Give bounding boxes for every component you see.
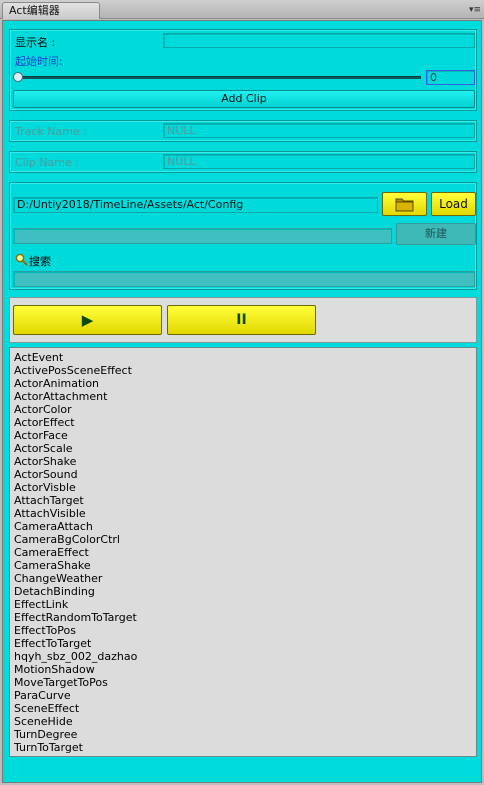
tab-act-editor[interactable]: Act编辑器 [2,2,100,19]
play-button[interactable]: ▶ [13,305,162,335]
pause-button[interactable]: II [167,305,316,335]
start-time-slider-thumb[interactable] [13,72,23,82]
action-list-item[interactable]: CameraAttach [14,520,93,533]
track-name-field: NULL [163,123,475,138]
action-list-item[interactable]: DetachBinding [14,585,95,598]
action-list-item[interactable]: EffectToPos [14,624,76,637]
action-list-item[interactable]: TurnToTarget [14,741,83,754]
search-icon [15,253,28,266]
action-list-item[interactable]: ActorFace [14,429,68,442]
browse-folder-button[interactable] [382,192,427,216]
action-list-item[interactable]: CameraBgColorCtrl [14,533,120,546]
clip-section: 显示名 : 起始时间: 0 Add Clip [9,29,477,111]
display-name-field[interactable] [163,33,475,48]
config-path-field[interactable]: D:/Untiy2018/TimeLine/Assets/Act/Config [13,197,378,213]
action-list-item[interactable]: ActivePosSceneEffect [14,364,132,377]
start-time-slider-track[interactable] [19,76,421,79]
new-button[interactable]: 新建 [396,223,476,245]
action-list-item[interactable]: EffectRandomToTarget [14,611,137,624]
clip-name-section: Clip Name : NULL [9,151,477,173]
clip-name-field: NULL [163,154,475,169]
playback-controls: ▶ II [9,297,477,343]
display-name-label: 显示名 : [15,36,56,49]
action-list-item[interactable]: SceneHide [14,715,73,728]
action-list-item[interactable]: ChangeWeather [14,572,102,585]
load-button[interactable]: Load [431,192,476,216]
action-list-item[interactable]: CameraShake [14,559,91,572]
start-time-field[interactable]: 0 [426,70,475,85]
window-titlebar: Act编辑器 ▾≡ [0,0,484,19]
action-list-item[interactable]: ActEvent [14,351,63,364]
action-list-item[interactable]: ActorAttachment [14,390,107,403]
action-list-item[interactable]: EffectToTarget [14,637,91,650]
action-list-item[interactable]: MotionShadow [14,663,95,676]
add-clip-button[interactable]: Add Clip [13,90,475,108]
action-list-item[interactable]: MoveTargetToPos [14,676,108,689]
action-list-item[interactable]: hqyh_sbz_002_dazhao [14,650,137,663]
action-list: ActEvent ActivePosSceneEffect ActorAnimati… [9,347,477,757]
action-list-item[interactable]: ActorVisble [14,481,76,494]
search-label: 搜索 [29,255,51,268]
folder-icon [395,198,413,212]
start-time-label: 起始时间: [15,55,63,68]
action-list-item[interactable]: ActorAnimation [14,377,99,390]
action-list-item[interactable]: ParaCurve [14,689,71,702]
new-name-field[interactable] [13,228,392,244]
action-list-item[interactable]: ActorScale [14,442,73,455]
action-list-item[interactable]: SceneEffect [14,702,79,715]
config-section: D:/Untiy2018/TimeLine/Assets/Act/Config … [9,182,477,290]
action-list-item[interactable]: AttachTarget [14,494,84,507]
window-menu-icon[interactable]: ▾≡ [468,4,482,16]
action-list-item[interactable]: TurnDegree [14,728,77,741]
action-list-item[interactable]: ActorColor [14,403,72,416]
editor-panel: 显示名 : 起始时间: 0 Add Clip Track Name : NULL… [2,20,482,783]
track-name-section: Track Name : NULL [9,120,477,142]
action-list-item[interactable]: ActorSound [14,468,78,481]
track-name-label: Track Name : [15,125,87,138]
action-list-item[interactable]: EffectLink [14,598,68,611]
action-list-item[interactable]: AttachVisible [14,507,86,520]
action-list-item[interactable]: ActorEffect [14,416,75,429]
clip-name-label: Clip Name : [15,156,79,169]
action-list-item[interactable]: CameraEffect [14,546,89,559]
action-list-item[interactable]: ActorShake [14,455,76,468]
search-field[interactable] [13,271,475,287]
